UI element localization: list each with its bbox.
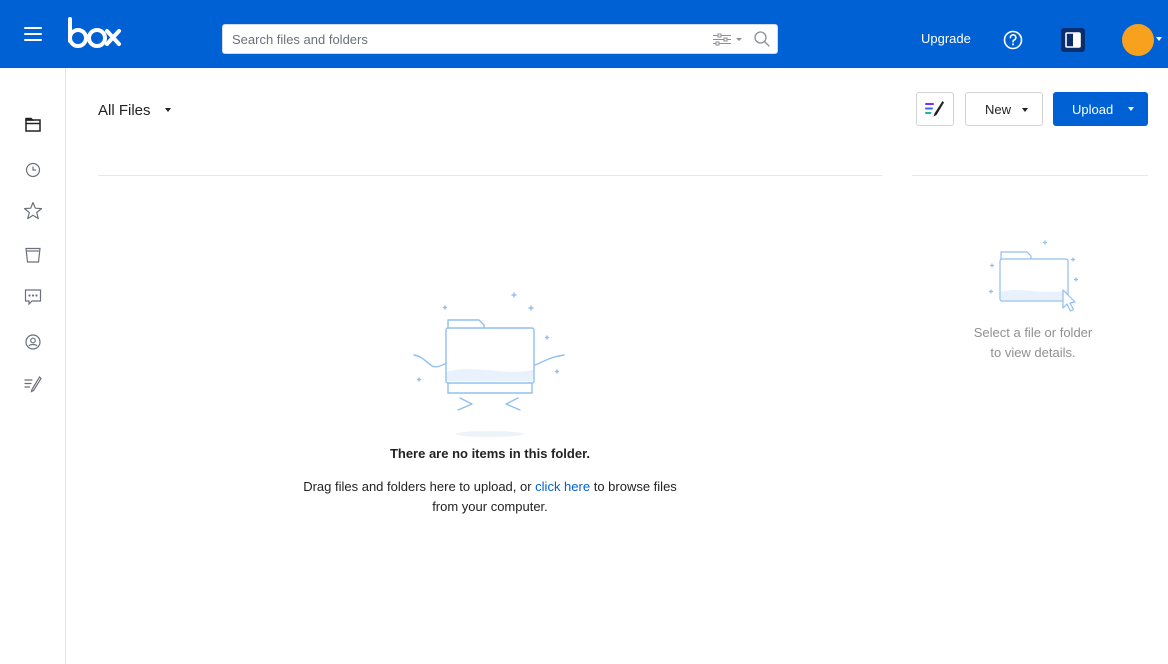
details-line: to view details. [990,345,1076,360]
search-icon[interactable] [753,30,771,48]
new-button-label: New [985,101,1012,117]
star-icon [23,201,43,220]
sidebar-toggle-icon[interactable] [1061,28,1085,52]
notes-icon [24,376,42,393]
chevron-down-icon [1022,108,1028,112]
sidebar-item-trash[interactable] [21,243,45,267]
search-filter-icon[interactable] [711,32,745,47]
new-button[interactable]: New [965,92,1043,126]
user-icon [25,334,41,350]
sidebar-item-account[interactable] [21,330,45,354]
search-box [222,24,778,54]
create-notes-button[interactable] [916,92,954,126]
sidebar-item-favorites[interactable] [21,199,45,223]
sidebar-item-all-files[interactable] [21,113,45,137]
empty-state-description: Drag files and folders here to upload, o… [290,477,690,517]
empty-folder-illustration [413,292,565,437]
page-title[interactable]: All Files [98,102,151,119]
sidebar-item-comments[interactable] [21,285,45,309]
divider [912,175,1148,176]
chevron-down-icon[interactable] [165,108,171,112]
search-input[interactable] [223,25,693,53]
folder-icon [25,117,41,132]
empty-state-title: There are no items in this folder. [389,446,591,461]
top-bar: box Upgrade [0,0,1168,68]
clock-icon [25,162,41,178]
notes-icon [925,101,944,117]
select-item-illustration [988,240,1079,312]
help-icon[interactable] [1002,29,1024,51]
divider [98,175,882,176]
left-nav [0,68,66,664]
upload-button-label: Upload [1072,101,1114,117]
box-logo[interactable]: box [66,17,122,49]
empty-state-text: Drag files and folders here to upload, o… [303,479,536,494]
menu-icon[interactable] [24,27,42,41]
trash-icon [25,247,41,263]
upload-button[interactable]: Upload [1053,92,1148,126]
chevron-down-icon[interactable] [1156,37,1162,41]
click-here-link[interactable]: click here [535,479,590,494]
chevron-down-icon [1128,107,1134,111]
details-line: Select a file or folder [973,325,1093,340]
avatar[interactable] [1122,24,1154,56]
upgrade-link[interactable]: Upgrade [921,31,971,46]
sidebar-item-notes[interactable] [21,372,45,396]
comment-icon [24,289,42,306]
details-placeholder: Select a file or folder to view details. [938,323,1128,363]
sidebar-item-recents[interactable] [21,158,45,182]
